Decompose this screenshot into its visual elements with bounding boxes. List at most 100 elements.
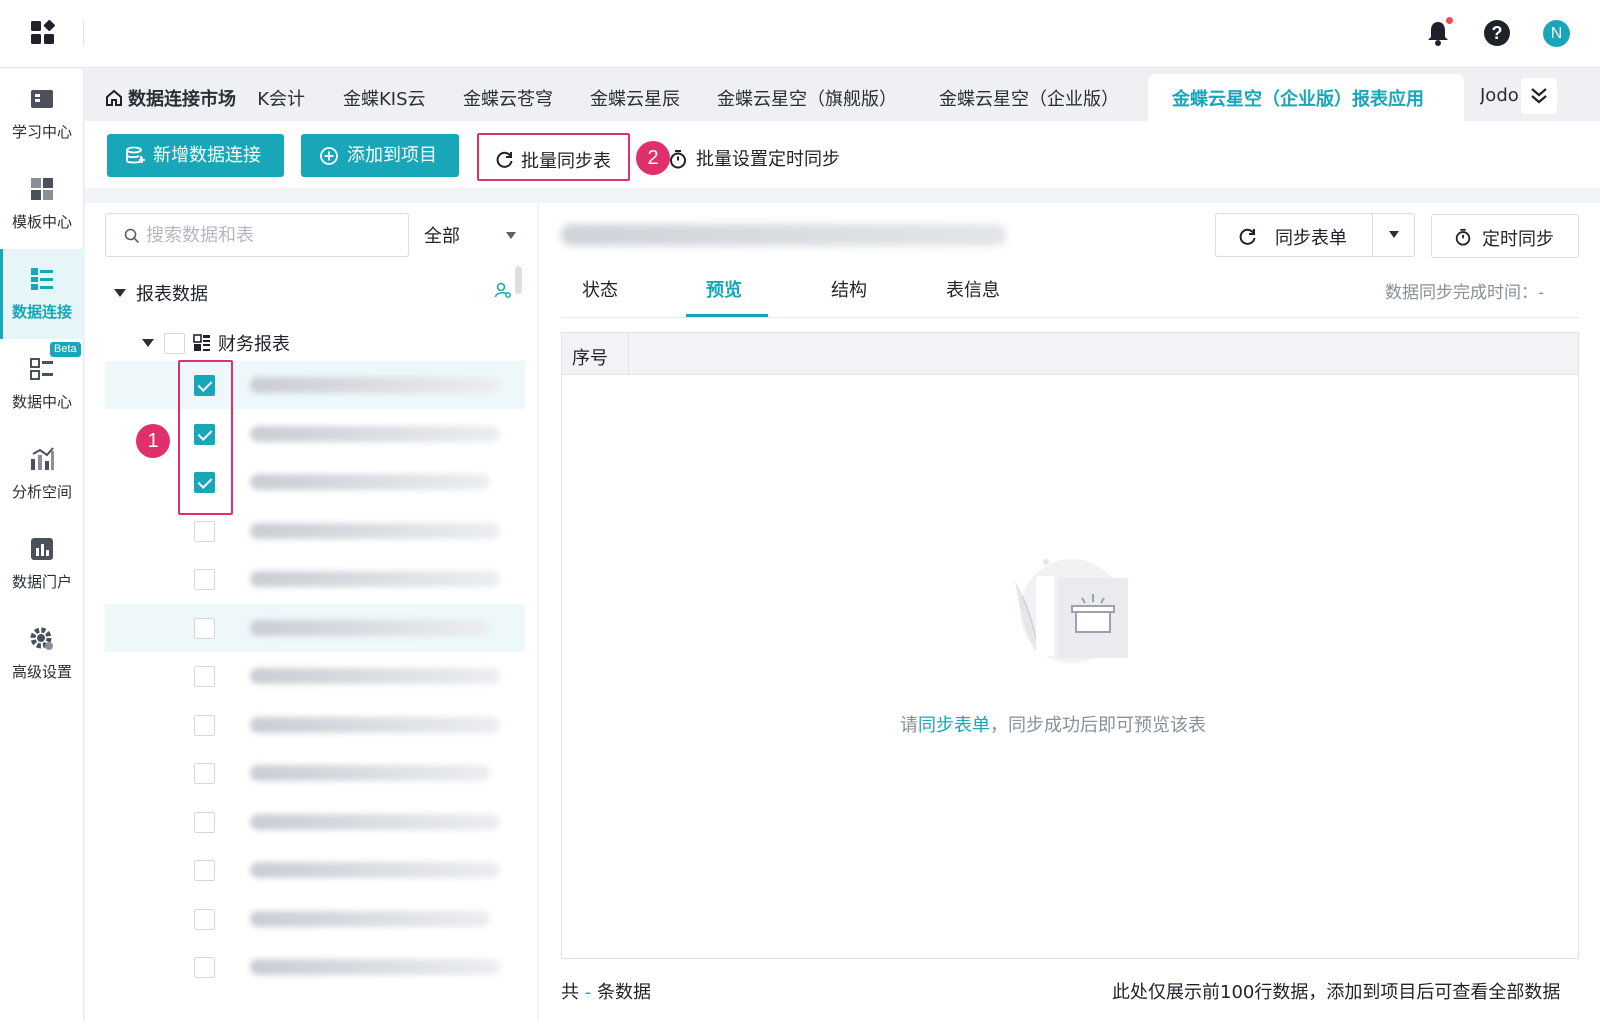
plus-circle-icon (320, 147, 338, 165)
tab-xingkong-enterprise-report[interactable]: 金蝶云星空（企业版）报表应用 (1172, 85, 1424, 111)
tab-table-info[interactable]: 表信息 (946, 276, 1000, 302)
table-row[interactable] (105, 555, 525, 603)
tab-xingkong-flagship[interactable]: 金蝶云星空（旗舰版） (717, 85, 897, 111)
tree-root-node[interactable]: 报表数据 (114, 280, 208, 306)
table-name-redacted (250, 619, 490, 636)
table-name-redacted (250, 716, 500, 733)
row-checkbox[interactable] (194, 714, 215, 736)
tab-kis-cloud[interactable]: 金蝶KIS云 (343, 85, 426, 111)
tab-label: 金蝶云星空（企业版） (939, 89, 1119, 110)
new-connection-button[interactable]: 新增数据连接 (107, 134, 284, 177)
empty-state-message: 请同步表单，同步成功后即可预览该表 (900, 711, 1240, 737)
add-to-project-button[interactable]: 添加到项目 (301, 134, 459, 177)
row-checkbox[interactable] (194, 763, 215, 784)
caret-down-icon[interactable] (1389, 231, 1399, 238)
table-row[interactable] (105, 458, 525, 506)
refresh-icon (496, 151, 513, 168)
tab-xingchen[interactable]: 金蝶云星辰 (590, 85, 680, 111)
tab-label: 金蝶云苍穹 (463, 89, 553, 110)
table-name-redacted (250, 522, 500, 539)
search-box (105, 213, 409, 257)
left-nav: 学习中心 模板中心 数据连接 Beta 数据中心 分析空间 数据门户 高级设置 (0, 69, 84, 1021)
tree-group-node[interactable]: 财务报表 (142, 330, 290, 356)
tab-home[interactable]: 数据连接市场 (105, 85, 236, 111)
table-row[interactable] (105, 361, 525, 409)
table-name-redacted (250, 862, 500, 878)
sync-time-label: 数据同步完成时间：- (1385, 283, 1545, 303)
nav-item-portal[interactable]: 数据门户 (0, 519, 84, 609)
tree-root-label: 报表数据 (136, 284, 208, 305)
sync-form-link[interactable]: 同步表单 (918, 715, 990, 736)
table-row[interactable] (105, 701, 525, 749)
group-checkbox[interactable] (164, 333, 185, 354)
tabs-more-button[interactable] (1521, 78, 1557, 114)
row-checkbox[interactable] (194, 617, 215, 639)
tab-preview[interactable]: 预览 (706, 276, 742, 302)
nav-item-learning[interactable]: 学习中心 (0, 69, 84, 159)
app-grid-icon[interactable] (30, 20, 56, 46)
nav-label: 分析空间 (11, 483, 72, 501)
checked-rows-highlight (178, 360, 233, 515)
table-row[interactable] (105, 507, 525, 555)
tab-k-accounting[interactable]: K会计 (259, 85, 305, 111)
help-icon[interactable]: ? (1484, 20, 1510, 46)
nav-label: 学习中心 (11, 123, 72, 141)
button-label: 批量设置定时同步 (696, 149, 840, 170)
tab-label: 金蝶KIS云 (343, 89, 426, 110)
active-tab-indicator (686, 314, 768, 317)
tab-status[interactable]: 状态 (582, 276, 618, 302)
analysis-icon (31, 447, 54, 470)
table-row[interactable] (105, 846, 525, 894)
scheduled-sync-button[interactable]: 定时同步 (1431, 214, 1579, 258)
count-prefix: 共 (561, 982, 585, 1003)
step-marker-2: 2 (636, 141, 670, 175)
row-checkbox[interactable] (194, 957, 215, 978)
search-input[interactable] (146, 222, 396, 248)
row-checkbox[interactable] (194, 569, 215, 590)
record-count: 共 - 条数据 (561, 978, 651, 1004)
tab-jodo[interactable]: Jodo (1480, 85, 1518, 106)
tab-label: 金蝶云星空（旗舰版） (717, 89, 897, 110)
table-row[interactable] (105, 798, 525, 846)
nav-item-data-center[interactable]: Beta 数据中心 (0, 339, 84, 429)
row-checkbox[interactable] (194, 811, 215, 833)
row-checkbox[interactable] (194, 666, 215, 687)
refresh-icon (1239, 228, 1256, 245)
table-name-redacted (250, 813, 500, 830)
home-icon (106, 89, 122, 106)
table-row[interactable] (105, 652, 525, 700)
data-center-icon (30, 358, 53, 380)
tab-label: Jodo (1480, 85, 1518, 106)
table-row[interactable] (105, 943, 525, 991)
expand-triangle-icon (114, 289, 126, 297)
user-settings-icon[interactable] (494, 281, 512, 299)
row-checkbox[interactable] (194, 908, 215, 930)
table-row[interactable] (105, 895, 525, 943)
avatar[interactable]: N (1543, 20, 1570, 47)
nav-item-settings[interactable]: 高级设置 (0, 609, 84, 699)
table-name-redacted (250, 765, 490, 781)
settings-gear-icon (30, 627, 53, 650)
double-chevron-down-icon (1531, 88, 1547, 104)
tab-structure[interactable]: 结构 (831, 276, 867, 302)
filter-select[interactable]: 全部 (424, 222, 524, 250)
stopwatch-icon (1455, 228, 1471, 246)
nav-item-analysis[interactable]: 分析空间 (0, 429, 84, 519)
table-title-redacted (561, 224, 1006, 246)
tab-label: 金蝶云星辰 (590, 89, 680, 110)
expand-triangle-icon (142, 339, 154, 347)
tab-label: 金蝶云星空（企业版）报表应用 (1172, 89, 1424, 110)
button-label: 同步表单 (1275, 228, 1347, 249)
batch-schedule-button[interactable]: 批量设置定时同步 (668, 145, 840, 171)
tab-cangqiong[interactable]: 金蝶云苍穹 (463, 85, 553, 111)
sync-form-button[interactable]: 同步表单 (1215, 213, 1415, 257)
batch-sync-button[interactable]: 批量同步表 (477, 133, 630, 181)
table-row[interactable] (105, 603, 525, 652)
nav-item-templates[interactable]: 模板中心 (0, 159, 84, 249)
row-checkbox[interactable] (194, 860, 215, 881)
tree-scrollbar[interactable] (515, 266, 522, 294)
nav-item-data-connect[interactable]: 数据连接 (0, 249, 84, 339)
row-checkbox[interactable] (194, 520, 215, 542)
tab-xingkong-enterprise[interactable]: 金蝶云星空（企业版） (939, 85, 1119, 111)
table-row[interactable] (105, 749, 525, 797)
